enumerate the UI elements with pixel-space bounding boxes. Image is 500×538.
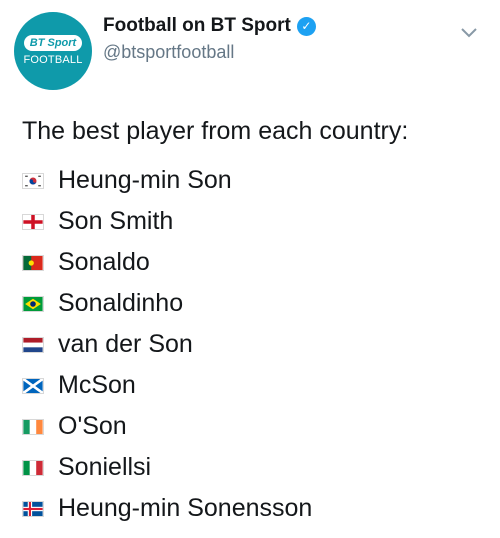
player-list: Heung-min Son Son Smith Sonaldo Sonaldin… bbox=[22, 160, 312, 529]
player-name: O'Son bbox=[58, 412, 127, 440]
england-flag-icon bbox=[22, 213, 44, 230]
list-item: Soniellsi bbox=[22, 447, 312, 488]
list-item: Heung-min Sonensson bbox=[22, 488, 312, 529]
list-item: Sonaldo bbox=[22, 242, 312, 283]
ireland-flag-icon bbox=[22, 418, 44, 435]
south-korea-flag-icon bbox=[22, 172, 44, 189]
player-name: Soniellsi bbox=[58, 453, 152, 481]
account-name-text: Football on BT Sport bbox=[103, 15, 291, 36]
avatar-brand-text: BT Sport bbox=[23, 35, 83, 51]
scotland-flag-icon bbox=[22, 377, 44, 394]
portugal-flag-icon bbox=[22, 254, 44, 271]
account-name[interactable]: Football on BT Sport ✓ bbox=[103, 15, 316, 37]
player-name: van der Son bbox=[58, 330, 193, 358]
list-item: O'Son bbox=[22, 406, 312, 447]
iceland-flag-icon bbox=[22, 500, 44, 517]
netherlands-flag-icon bbox=[22, 336, 44, 353]
verified-badge-icon: ✓ bbox=[296, 16, 316, 36]
tweet-text: The best player from each country: bbox=[22, 117, 409, 145]
list-item: McSon bbox=[22, 365, 312, 406]
account-handle[interactable]: @btsportfootball bbox=[103, 42, 234, 63]
list-item: Son Smith bbox=[22, 201, 312, 242]
player-name: McSon bbox=[58, 371, 136, 399]
brazil-flag-icon bbox=[22, 295, 44, 312]
player-name: Son Smith bbox=[58, 207, 174, 235]
list-item: Heung-min Son bbox=[22, 160, 312, 201]
tweet-card: BT Sport FOOTBALL Football on BT Sport ✓… bbox=[0, 0, 500, 538]
avatar-sub-text: FOOTBALL bbox=[23, 54, 83, 66]
player-name: Sonaldo bbox=[58, 248, 150, 276]
list-item: van der Son bbox=[22, 324, 312, 365]
chevron-down-icon[interactable] bbox=[457, 20, 481, 44]
list-item: Sonaldinho bbox=[22, 283, 312, 324]
player-name: Heung-min Sonensson bbox=[58, 494, 313, 522]
player-name: Heung-min Son bbox=[58, 166, 232, 194]
italy-flag-icon bbox=[22, 459, 44, 476]
profile-avatar[interactable]: BT Sport FOOTBALL bbox=[14, 12, 92, 90]
player-name: Sonaldinho bbox=[58, 289, 184, 317]
